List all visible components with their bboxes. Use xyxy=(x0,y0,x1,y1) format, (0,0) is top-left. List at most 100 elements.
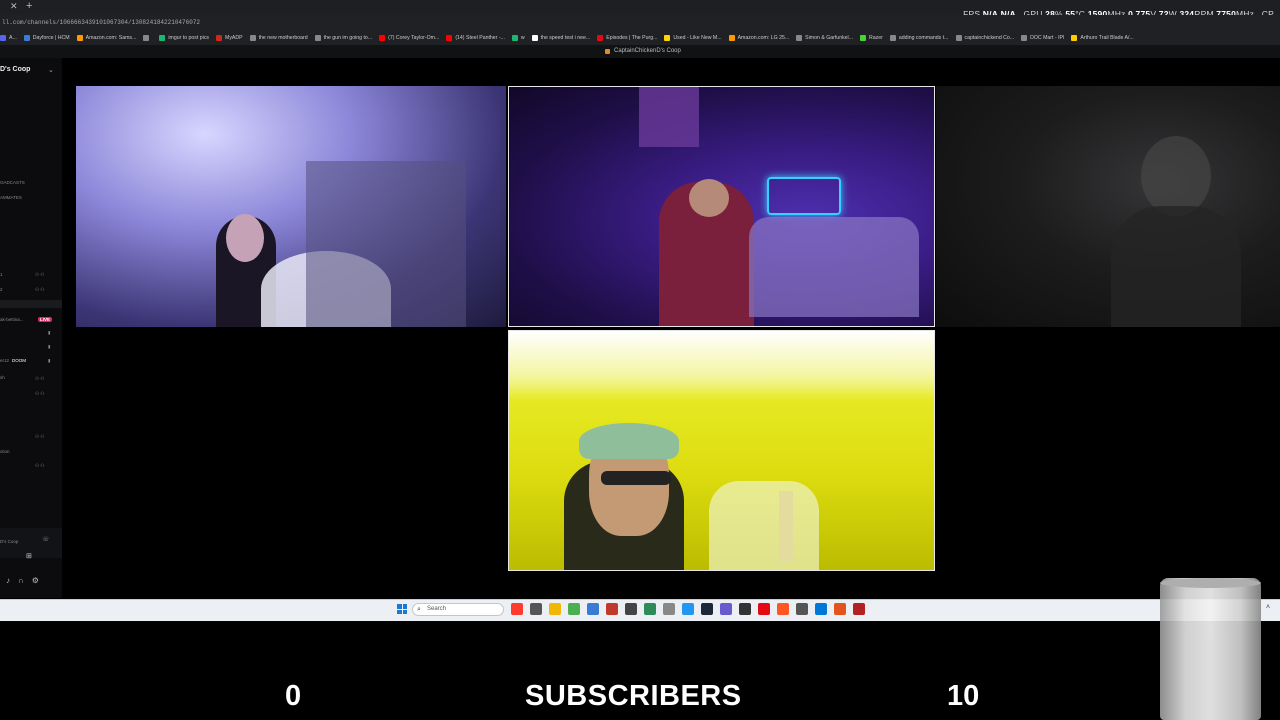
taskbar-app-icon[interactable] xyxy=(530,603,542,615)
taskbar-app-icon[interactable] xyxy=(815,603,827,615)
bookmark-label: the speed test i nee... xyxy=(540,35,591,41)
bookmark-item[interactable] xyxy=(143,35,152,41)
taskbar-app-icon[interactable] xyxy=(568,603,580,615)
taskbar-search[interactable]: ⌕ Search xyxy=(412,603,504,616)
bookmark-item[interactable]: Simon & Garfunkel... xyxy=(796,35,853,41)
taskbar-apps xyxy=(511,603,865,615)
sidebar-user-sh[interactable]: sh xyxy=(0,375,5,380)
bookmark-favicon-icon xyxy=(889,35,896,41)
taskbar-app-icon[interactable] xyxy=(796,603,808,615)
bookmark-item[interactable]: MyADP xyxy=(216,35,243,41)
bookmark-favicon-icon xyxy=(511,35,518,41)
bookmark-item[interactable]: Arthuro Trail Blade A/... xyxy=(1071,35,1134,41)
bookmark-label: Used - Like New M... xyxy=(673,35,722,41)
sidebar-item-ction[interactable]: ction xyxy=(0,449,10,454)
taskbar-app-icon[interactable] xyxy=(834,603,846,615)
subscriber-count-left: 0 xyxy=(285,680,302,712)
taskbar-app-icon[interactable] xyxy=(587,603,599,615)
taskbar-app-icon[interactable] xyxy=(853,603,865,615)
bookmark-item[interactable]: Amazon.com: LG 25... xyxy=(728,35,789,41)
taskbar-app-icon[interactable] xyxy=(777,603,789,615)
bookmark-item[interactable]: Dayforce | HCM xyxy=(23,35,70,41)
sidebar-user-doom[interactable]: er12 xyxy=(0,358,9,363)
user-controls: ♪ ∩ ⚙ xyxy=(6,576,39,585)
app-icon xyxy=(605,49,610,54)
bookmark-label: the new motherboard xyxy=(258,35,308,41)
sidebar-item-teammates[interactable]: AMMATES xyxy=(0,195,22,200)
taskbar-app-icon[interactable] xyxy=(606,603,618,615)
bookmark-label: Arthuro Trail Blade A/... xyxy=(1080,35,1134,41)
channel-sidebar: D's Coop ⌄ OADCASTS AMMATES 1 ⚇ ⚇ 2 ⚇ ⚇ … xyxy=(0,58,62,598)
video-tile-4[interactable] xyxy=(508,330,935,571)
voice-status-icons: ⚇ ⚇ xyxy=(35,376,45,381)
start-button[interactable] xyxy=(397,604,407,614)
couch xyxy=(749,217,919,317)
taskbar-app-icon[interactable] xyxy=(625,603,637,615)
headphones-icon[interactable]: ∩ xyxy=(18,576,24,585)
flag-poster xyxy=(639,87,699,147)
taskbar-app-icon[interactable] xyxy=(701,603,713,615)
taskbar-app-icon[interactable] xyxy=(739,603,751,615)
taskbar-app-icon[interactable] xyxy=(644,603,656,615)
video-tile-3[interactable] xyxy=(936,86,1280,327)
close-tab-icon[interactable]: ✕ xyxy=(10,1,18,12)
bookmark-item[interactable]: Used - Like New M... xyxy=(664,35,722,41)
camera-icon: ▮ xyxy=(48,358,51,363)
voice-status-icons: ⚇ ⚇ xyxy=(35,287,45,292)
taskbar-app-icon[interactable] xyxy=(720,603,732,615)
new-tab-icon[interactable]: + xyxy=(26,0,32,12)
bookmark-favicon-icon xyxy=(728,35,735,41)
bookmark-item[interactable]: Episodes | The Purg... xyxy=(597,35,657,41)
bookmark-favicon-icon xyxy=(860,35,867,41)
voice-status-icons: ⚇ ⚇ xyxy=(35,463,45,468)
bookmark-item[interactable]: (14) Steel Panther -... xyxy=(446,35,505,41)
video-tile-1[interactable] xyxy=(76,86,506,327)
taskbar-app-icon[interactable] xyxy=(549,603,561,615)
bookmark-favicon-icon xyxy=(1021,35,1028,41)
window-title: CaptainChickenD's Coop xyxy=(614,48,681,54)
bookmark-item[interactable]: captainchickend Co... xyxy=(955,35,1014,41)
bookmark-item[interactable]: the speed test i nee... xyxy=(531,35,591,41)
disconnect-icon[interactable]: ☏ xyxy=(42,536,50,543)
taskbar-app-icon[interactable] xyxy=(511,603,523,615)
neon-game-room-sign xyxy=(767,177,841,215)
bookmark-favicon-icon xyxy=(314,35,321,41)
bookmark-item[interactable]: (7) Corey Taylor-Om... xyxy=(379,35,439,41)
bookmark-label: adding commands t... xyxy=(898,35,949,41)
bookmark-favicon-icon xyxy=(379,35,386,41)
bookmark-item[interactable]: imgur to post pics xyxy=(159,35,209,41)
person-silhouette xyxy=(1111,206,1241,327)
chevron-up-icon[interactable]: ˄ xyxy=(1266,604,1270,611)
url-text[interactable]: ll.com/channels/1066663439101067304/1308… xyxy=(2,19,200,26)
bookmark-label: Simon & Garfunkel... xyxy=(805,35,854,41)
address-bar[interactable]: ll.com/channels/1066663439101067304/1308… xyxy=(0,15,1280,31)
gear-icon[interactable]: ⚙ xyxy=(32,576,39,585)
server-name[interactable]: D's Coop xyxy=(0,66,30,73)
bookmark-label: w xyxy=(520,35,525,41)
person-face xyxy=(1141,136,1211,216)
sidebar-item-voice-2[interactable]: 2 xyxy=(0,287,3,292)
taskbar-app-icon[interactable] xyxy=(682,603,694,615)
bookmark-item[interactable]: Razer xyxy=(860,35,883,41)
video-tile-2[interactable] xyxy=(508,86,935,327)
person-face xyxy=(226,214,264,262)
taskbar-app-icon[interactable] xyxy=(758,603,770,615)
microphone-icon[interactable]: ♪ xyxy=(6,576,10,585)
bookmark-item[interactable]: the gun im going to... xyxy=(314,35,372,41)
activity-icon[interactable]: ⊞ xyxy=(26,552,32,560)
bookmark-item[interactable]: the new motherboard xyxy=(249,35,308,41)
bookmark-item[interactable]: Amazon.com: Sams... xyxy=(76,35,136,41)
sidebar-user-streaming[interactable]: ak-bettina... xyxy=(0,317,24,322)
sidebar-item-broadcasts[interactable]: OADCASTS xyxy=(0,180,25,185)
bookmark-item[interactable]: A... xyxy=(0,35,17,41)
bandana xyxy=(579,423,679,459)
sidebar-item-voice-1[interactable]: 1 xyxy=(0,272,3,277)
bookmark-label: Dayforce | HCM xyxy=(32,35,70,41)
bookmark-item[interactable]: DOC Mart - IPI xyxy=(1021,35,1064,41)
taskbar-app-icon[interactable] xyxy=(663,603,675,615)
bookmark-item[interactable]: adding commands t... xyxy=(889,35,949,41)
search-placeholder: Search xyxy=(427,606,447,612)
bookmark-item[interactable]: w xyxy=(511,35,525,41)
window-blinds xyxy=(306,161,466,327)
chevron-down-icon[interactable]: ⌄ xyxy=(48,66,54,74)
